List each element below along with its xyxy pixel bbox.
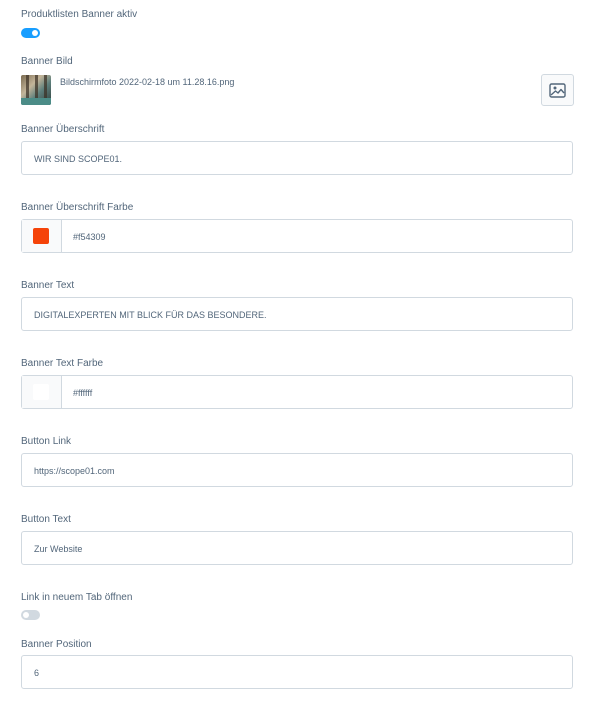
banner-active-toggle[interactable] (21, 28, 40, 38)
button-text-input[interactable]: Zur Website (21, 531, 573, 565)
banner-heading-color-input[interactable]: #f54309 (21, 219, 573, 253)
button-link-value: https://scope01.com (34, 466, 115, 476)
new-tab-label: Link in neuem Tab öffnen (21, 592, 133, 603)
banner-position-label: Banner Position (21, 639, 92, 650)
button-link-label: Button Link (21, 436, 72, 447)
banner-heading-label: Banner Überschrift (21, 124, 105, 135)
banner-heading-input[interactable]: WIR SIND SCOPE01. (21, 141, 573, 175)
banner-image-thumbnail[interactable] (21, 75, 51, 105)
image-icon (549, 83, 566, 98)
banner-heading-color-label: Banner Überschrift Farbe (21, 202, 134, 213)
banner-text-color-value: #ffffff (73, 388, 93, 398)
banner-text-color-label: Banner Text Farbe (21, 358, 104, 369)
banner-text-label: Banner Text (21, 280, 75, 291)
banner-image-filename: Bildschirmfoto 2022-02-18 um 11.28.16.pn… (60, 77, 235, 87)
banner-image-label: Banner Bild (21, 56, 73, 67)
color-picker-button[interactable] (22, 376, 62, 408)
select-image-button[interactable] (541, 74, 574, 106)
color-swatch (33, 384, 49, 400)
new-tab-toggle[interactable] (21, 610, 40, 620)
banner-active-label: Produktlisten Banner aktiv (21, 9, 138, 20)
banner-heading-value: WIR SIND SCOPE01. (34, 154, 123, 164)
banner-position-value: 6 (34, 668, 40, 678)
banner-text-input[interactable]: DIGITALEXPERTEN MIT BLICK FÜR DAS BESOND… (21, 297, 573, 331)
button-text-label: Button Text (21, 514, 71, 525)
banner-text-color-input[interactable]: #ffffff (21, 375, 573, 409)
toggle-knob (23, 612, 29, 618)
banner-position-input[interactable]: 6 (21, 655, 573, 689)
banner-heading-color-value: #f54309 (73, 232, 106, 242)
button-text-value: Zur Website (34, 544, 83, 554)
color-swatch (33, 228, 49, 244)
banner-text-value: DIGITALEXPERTEN MIT BLICK FÜR DAS BESOND… (34, 310, 267, 320)
toggle-knob (32, 30, 38, 36)
color-picker-button[interactable] (22, 220, 62, 252)
button-link-input[interactable]: https://scope01.com (21, 453, 573, 487)
